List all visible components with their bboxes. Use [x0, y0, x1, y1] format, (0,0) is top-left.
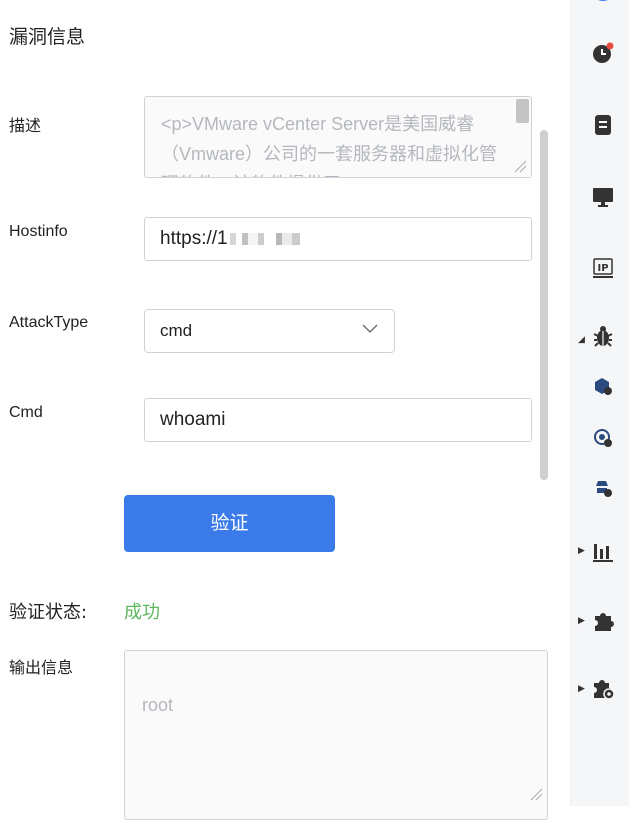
- right-sidebar: IP ◢ ▶ ▶ ▶: [570, 0, 629, 806]
- caret-up-icon[interactable]: ◢: [578, 335, 585, 345]
- resize-grip-icon[interactable]: [513, 159, 527, 173]
- spy-bug-icon[interactable]: [593, 478, 613, 498]
- bug-icon[interactable]: [591, 324, 615, 348]
- puzzle-settings-icon[interactable]: [591, 676, 615, 700]
- cmd-input[interactable]: whoami: [144, 398, 532, 442]
- page-title: 漏洞信息: [9, 26, 86, 48]
- description-textarea[interactable]: <p>VMware vCenter Server是美国威睿（Vmware）公司的…: [144, 96, 532, 178]
- output-label: 输出信息: [9, 658, 74, 677]
- document-icon[interactable]: [591, 113, 615, 137]
- chevron-down-icon: [362, 324, 378, 333]
- status-value: 成功: [124, 602, 160, 623]
- output-text: root: [142, 695, 174, 715]
- user-avatar-icon[interactable]: [588, 0, 618, 6]
- verify-button[interactable]: 验证: [124, 495, 335, 552]
- puzzle-icon[interactable]: [591, 609, 615, 633]
- bar-chart-icon[interactable]: [591, 540, 615, 564]
- form-scrollbar[interactable]: [540, 130, 548, 480]
- hostinfo-input[interactable]: https://1: [144, 217, 532, 261]
- textarea-scrollbar-thumb[interactable]: [516, 99, 529, 123]
- caret-right-icon[interactable]: ▶: [578, 616, 585, 626]
- package-bug-icon[interactable]: [593, 376, 613, 396]
- attacktype-selected: cmd: [160, 321, 193, 340]
- cmd-label: Cmd: [9, 404, 43, 421]
- hostinfo-value: https://1: [160, 228, 228, 249]
- caret-right-icon[interactable]: ▶: [578, 546, 585, 556]
- description-label: 描述: [9, 116, 42, 135]
- hostinfo-label: Hostinfo: [9, 223, 68, 240]
- output-textarea[interactable]: root: [124, 650, 548, 820]
- resize-grip-icon[interactable]: [529, 787, 543, 801]
- redacted-host: [229, 232, 320, 245]
- clock-icon[interactable]: [591, 41, 615, 65]
- ip-icon[interactable]: IP: [591, 256, 615, 280]
- attacktype-select[interactable]: cmd: [144, 309, 395, 353]
- description-text: <p>VMware vCenter Server是美国威睿（Vmware）公司的…: [161, 114, 498, 177]
- vuln-info-panel: 漏洞信息 描述 <p>VMware vCenter Server是美国威睿（Vm…: [0, 0, 570, 820]
- cmd-value: whoami: [160, 409, 226, 430]
- monitor-icon[interactable]: [591, 185, 615, 209]
- status-label: 验证状态:: [9, 602, 88, 623]
- attacktype-label: AttackType: [9, 314, 89, 331]
- target-bug-icon[interactable]: [593, 428, 613, 448]
- caret-right-icon[interactable]: ▶: [578, 684, 585, 694]
- ip-icon-label: IP: [597, 263, 608, 274]
